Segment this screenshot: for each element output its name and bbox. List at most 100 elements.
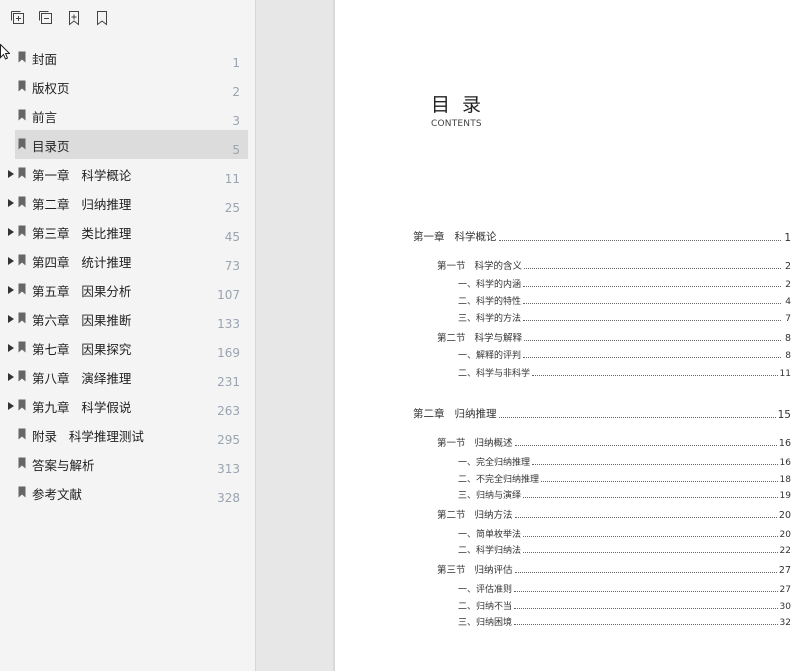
bookmark-page-number: 169	[217, 346, 240, 360]
toc-page-number: 18	[779, 475, 791, 485]
expand-arrow-icon[interactable]	[6, 159, 16, 188]
bookmark-item[interactable]: 答案与解析 313	[0, 449, 255, 478]
bookmark-item[interactable]: 前言 3	[0, 101, 255, 130]
bookmark-item[interactable]: 封面 1	[0, 43, 255, 72]
bookmark-item[interactable]: 第一章 科学概论 11	[0, 159, 255, 188]
bookmark-outline: 封面 1 版权页 2 前言 3 目录页 5 第一章 科学概论 11 第二章 归纳推理 25 第三章 类比…	[0, 43, 255, 507]
bookmark-label: 封面	[32, 52, 58, 67]
bookmark-page-number: 2	[232, 85, 240, 99]
bookmark-icon	[18, 341, 26, 353]
collapse-all-icon[interactable]	[36, 8, 56, 28]
toc-entry[interactable]: 一、简单枚举法 20	[458, 527, 791, 540]
toc-entry[interactable]: 第一章 科学概论 1	[413, 229, 791, 244]
expand-arrow-icon[interactable]	[6, 275, 16, 304]
dot-leader	[514, 516, 777, 518]
bookmark-page-number: 231	[217, 375, 240, 389]
expand-arrow-icon[interactable]	[6, 362, 16, 391]
toc-entry[interactable]: 第二节 归纳方法 20	[437, 507, 791, 521]
bookmark-item[interactable]: 第八章 演绎推理 231	[0, 362, 255, 391]
toc-entry-title: 三、科学的方法	[458, 314, 522, 324]
bookmark-item[interactable]: 第九章 科学假说 263	[0, 391, 255, 420]
toc-entry-title: 一、解释的评判	[458, 351, 522, 361]
bookmark-page-number: 5	[232, 143, 240, 157]
toc-entry-title: 二、不完全归纳推理	[458, 475, 540, 485]
bookmark-label: 目录页	[32, 139, 70, 154]
toc-page-number: 32	[779, 618, 791, 628]
toc-entry[interactable]: 二、归纳不当 30	[458, 599, 791, 612]
toc-entry[interactable]: 第三节 归纳评估 27	[437, 562, 791, 576]
toc-page-number: 27	[779, 585, 791, 595]
bookmark-page-number: 313	[217, 462, 240, 476]
bookmark-item[interactable]: 附录 科学推理测试 295	[0, 420, 255, 449]
toc-entry[interactable]: 第一节 归纳概述 16	[437, 435, 791, 449]
bookmark-icon	[18, 370, 26, 382]
bookmark-icon	[18, 138, 26, 150]
bookmark-item[interactable]: 参考文献 328	[0, 478, 255, 507]
bookmark-item[interactable]: 第七章 因果探究 169	[0, 333, 255, 362]
toc-page-number: 30	[779, 602, 791, 612]
toc-entry-title: 三、归纳困境	[458, 618, 513, 628]
toc-entry[interactable]: 第二章 归纳推理 15	[413, 406, 791, 421]
toc-entry[interactable]: 三、科学的方法 7	[458, 311, 791, 324]
expand-arrow-icon[interactable]	[6, 333, 16, 362]
expand-arrow-icon[interactable]	[6, 188, 16, 217]
toc-entry-title: 一、简单枚举法	[458, 530, 522, 540]
bookmark-icon	[18, 51, 26, 63]
dot-leader	[514, 623, 778, 625]
bookmark-label: 第九章 科学假说	[32, 400, 132, 415]
expand-arrow-icon[interactable]	[6, 217, 16, 246]
expand-arrow-icon[interactable]	[6, 246, 16, 275]
bookmark-label: 第八章 演绎推理	[32, 371, 132, 386]
bookmark-label: 第三章 类比推理	[32, 226, 132, 241]
toc-entry[interactable]: 第二节 科学与解释 8	[437, 330, 791, 344]
toc-entry[interactable]: 三、归纳与演绎 19	[458, 488, 791, 501]
toc-entry[interactable]: 一、完全归纳推理 16	[458, 455, 791, 468]
toc-entry[interactable]: 第一节 科学的含义 2	[437, 258, 791, 272]
expand-arrow-icon[interactable]	[6, 304, 16, 333]
toc-entry-title: 第二节 归纳方法	[437, 510, 513, 521]
bookmark-label: 答案与解析	[32, 458, 95, 473]
toc-entry-title: 一、评估准则	[458, 585, 513, 595]
toc-entry[interactable]: 二、科学与非科学 11	[458, 366, 791, 379]
bookmark-label: 第一章 科学概论	[32, 168, 132, 183]
bookmark-page-number: 133	[217, 317, 240, 331]
bookmark-page-number: 263	[217, 404, 240, 418]
bookmark-page-number: 328	[217, 491, 240, 505]
bookmark-item[interactable]: 第四章 统计推理 73	[0, 246, 255, 275]
toc-page-number: 16	[779, 458, 791, 468]
toc-page-number: 22	[779, 546, 791, 556]
toc-entry[interactable]: 一、解释的评判 8	[458, 348, 791, 361]
toc-entry[interactable]: 二、科学归纳法 22	[458, 543, 791, 556]
bookmark-page-number: 45	[224, 230, 240, 244]
bookmark-label: 第五章 因果分析	[32, 284, 132, 299]
bookmark-icon	[18, 283, 26, 295]
bookmark-item[interactable]: 版权页 2	[0, 72, 255, 101]
bookmark-sidebar: 封面 1 版权页 2 前言 3 目录页 5 第一章 科学概论 11 第二章 归纳推理 25 第三章 类比…	[0, 0, 256, 671]
toc-entry[interactable]: 二、科学的特性 4	[458, 294, 791, 307]
toc-entry[interactable]: 一、科学的内涵 2	[458, 277, 791, 290]
toc-entry-title: 三、归纳与演绎	[458, 491, 522, 501]
expand-all-icon[interactable]	[8, 8, 28, 28]
bookmark-item[interactable]: 第三章 类比推理 45	[0, 217, 255, 246]
bookmark-icon	[18, 196, 26, 208]
bookmark-item[interactable]: 第六章 因果推断 133	[0, 304, 255, 333]
sidebar-toolbar	[8, 6, 112, 30]
toc-page-number: 2	[785, 280, 791, 290]
toc-entry[interactable]: 二、不完全归纳推理 18	[458, 472, 791, 485]
toc-page-number: 8	[784, 333, 791, 344]
toc-page-number: 7	[785, 314, 791, 324]
bookmark-item[interactable]: 第二章 归纳推理 25	[0, 188, 255, 217]
toc-entry-title: 二、科学归纳法	[458, 546, 522, 556]
bookmark-icon[interactable]	[92, 8, 112, 28]
bookmark-item[interactable]: 第五章 因果分析 107	[0, 275, 255, 304]
toc-page-number: 20	[779, 530, 791, 540]
add-bookmark-icon[interactable]	[64, 8, 84, 28]
bookmark-item[interactable]: 目录页 5	[0, 130, 255, 159]
bookmark-label: 附录 科学推理测试	[32, 429, 144, 444]
expand-arrow-icon[interactable]	[6, 391, 16, 420]
toc-entry-title: 二、科学与非科学	[458, 369, 531, 379]
toc-entry[interactable]: 一、评估准则 27	[458, 582, 791, 595]
toc-page-number: 20	[778, 510, 791, 521]
toc-entry[interactable]: 三、归纳困境 32	[458, 615, 791, 628]
toc-entry-title: 第一节 归纳概述	[437, 438, 513, 449]
